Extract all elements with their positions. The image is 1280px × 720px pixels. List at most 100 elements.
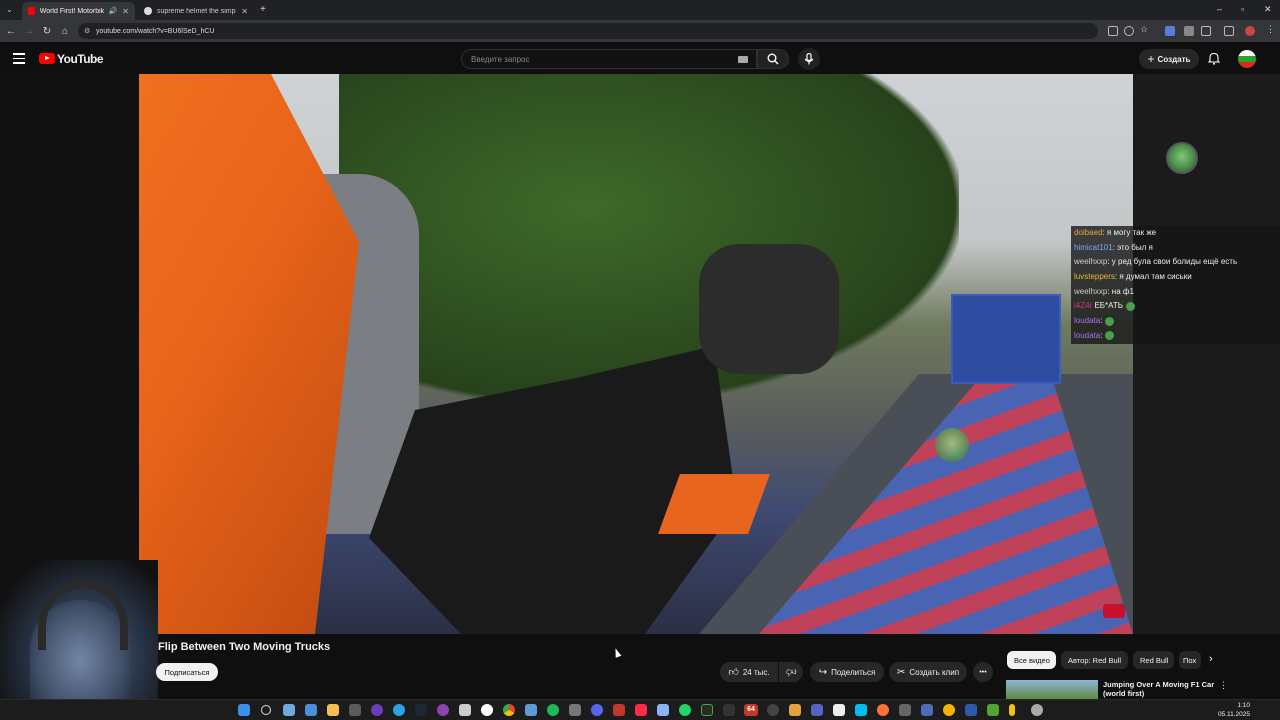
clip-button[interactable]: ✂ Создать клип bbox=[889, 662, 967, 682]
avatar[interactable] bbox=[1238, 50, 1256, 68]
chip-author[interactable]: Автор: Red Bull bbox=[1061, 651, 1128, 669]
extension-icon[interactable] bbox=[1184, 26, 1194, 36]
chip-more[interactable]: Пох bbox=[1179, 651, 1201, 669]
steam-icon[interactable] bbox=[415, 704, 427, 716]
more-actions-button[interactable]: ••• bbox=[973, 662, 993, 682]
app-badge-icon[interactable]: 64 bbox=[744, 704, 758, 716]
window-close-icon[interactable]: ✕ bbox=[1264, 4, 1272, 15]
youtube-logo-icon[interactable] bbox=[39, 53, 55, 64]
notifications-bell-icon[interactable] bbox=[1208, 52, 1220, 65]
recommendation-thumbnail[interactable] bbox=[1006, 680, 1098, 700]
chat-username[interactable]: loudata bbox=[1074, 316, 1100, 325]
terminal-icon[interactable] bbox=[723, 704, 735, 716]
back-icon[interactable]: ← bbox=[2, 26, 20, 37]
search-button[interactable] bbox=[757, 49, 789, 69]
yandex-icon[interactable] bbox=[481, 704, 493, 716]
close-tab-icon[interactable]: ✕ bbox=[122, 7, 129, 16]
app-icon[interactable] bbox=[459, 704, 471, 716]
share-button[interactable]: ↪ Поделиться bbox=[810, 662, 884, 682]
music-icon[interactable] bbox=[635, 704, 647, 716]
chrome-icon[interactable] bbox=[503, 704, 515, 716]
like-button[interactable]: 👍︎ 24 тыс. bbox=[720, 662, 778, 682]
recommendation-title[interactable]: Jumping Over A Moving F1 Car (world firs… bbox=[1103, 680, 1215, 698]
telegram-icon[interactable] bbox=[393, 704, 405, 716]
file-explorer-icon[interactable] bbox=[327, 704, 339, 716]
windows-start-icon[interactable] bbox=[238, 704, 250, 716]
search-input[interactable]: Введите запрос bbox=[461, 49, 757, 69]
app-icon[interactable] bbox=[569, 704, 581, 716]
minecraft-icon[interactable] bbox=[987, 704, 999, 716]
spotify-icon[interactable] bbox=[547, 704, 559, 716]
hamburger-menu-icon[interactable] bbox=[13, 53, 25, 67]
app-icon[interactable] bbox=[833, 704, 845, 716]
sidebar-icon[interactable] bbox=[1224, 26, 1234, 36]
create-button[interactable]: + Создать bbox=[1139, 49, 1199, 69]
chat-username[interactable]: i4Z4r bbox=[1074, 301, 1092, 310]
app-icon[interactable] bbox=[789, 704, 801, 716]
minimize-icon[interactable]: – bbox=[1217, 4, 1222, 14]
app-icon[interactable] bbox=[371, 704, 383, 716]
chip-all-videos[interactable]: Все видео bbox=[1007, 651, 1056, 669]
speaker-icon[interactable]: 🔊 bbox=[109, 7, 118, 15]
system-clock[interactable]: 1:10 05.11.2025 bbox=[1218, 701, 1250, 719]
chevron-right-icon[interactable]: › bbox=[1209, 653, 1213, 665]
app-icon[interactable] bbox=[525, 704, 537, 716]
app-icon[interactable] bbox=[965, 704, 977, 716]
address-bar[interactable]: ⚙ youtube.com/watch?v=BU6lSeD_hCU bbox=[78, 23, 1098, 39]
app-icon[interactable] bbox=[921, 704, 933, 716]
task-view-icon[interactable] bbox=[283, 704, 295, 716]
app-icon[interactable] bbox=[613, 704, 625, 716]
chat-username[interactable]: doibaed bbox=[1074, 228, 1102, 237]
app-icon[interactable] bbox=[943, 704, 955, 716]
bookmark-star-icon[interactable]: ☆ bbox=[1140, 24, 1150, 34]
extensions-puzzle-icon[interactable] bbox=[1201, 26, 1211, 36]
windows-taskbar: 64 1:10 05.11.2025 bbox=[0, 699, 1280, 720]
cast-icon[interactable] bbox=[1108, 26, 1118, 36]
app-icon[interactable] bbox=[657, 704, 669, 716]
browser-tab-active[interactable]: World First! Motorbike Flip 🔊 ✕ bbox=[22, 2, 135, 20]
discord-icon[interactable] bbox=[591, 704, 603, 716]
chat-username[interactable]: loudata bbox=[1074, 331, 1100, 340]
chat-username[interactable]: himicat101 bbox=[1074, 243, 1113, 252]
app-icon[interactable] bbox=[349, 704, 361, 716]
thumbs-down-icon: 👍︎ bbox=[785, 666, 797, 677]
app-icon[interactable] bbox=[899, 704, 911, 716]
tab-list-chevron-icon[interactable]: ⌄ bbox=[6, 5, 13, 14]
widgets-icon[interactable] bbox=[305, 704, 317, 716]
globe-favicon-icon bbox=[144, 7, 152, 15]
browser-tab[interactable]: supreme helmet the simpsons ✕ bbox=[138, 2, 254, 20]
app-icon[interactable] bbox=[767, 704, 779, 716]
app-icon[interactable] bbox=[1009, 704, 1015, 716]
chat-username[interactable]: luvsteppers bbox=[1074, 272, 1115, 281]
home-icon[interactable]: ⌂ bbox=[56, 26, 74, 37]
firefox-icon[interactable] bbox=[877, 704, 889, 716]
new-tab-button[interactable]: + bbox=[260, 4, 266, 15]
browser-menu-icon[interactable]: ⋮ bbox=[1266, 24, 1276, 34]
app-icon[interactable] bbox=[811, 704, 823, 716]
chat-username[interactable]: weelhxxp bbox=[1074, 287, 1107, 296]
whatsapp-icon[interactable] bbox=[679, 704, 691, 716]
site-info-icon[interactable]: ⚙ bbox=[84, 27, 90, 35]
close-tab-icon[interactable]: ✕ bbox=[241, 7, 248, 16]
profile-icon[interactable] bbox=[1245, 26, 1255, 36]
chat-username[interactable]: weelhxxp bbox=[1074, 257, 1107, 266]
forward-icon[interactable]: → bbox=[20, 26, 38, 37]
dislike-button[interactable]: 👍︎ bbox=[779, 662, 803, 682]
extension-icon[interactable] bbox=[1165, 26, 1175, 36]
app-icon[interactable] bbox=[437, 704, 449, 716]
maximize-icon[interactable]: ▫ bbox=[1241, 4, 1244, 14]
app-icon[interactable] bbox=[855, 704, 867, 716]
app-icon[interactable] bbox=[1031, 704, 1043, 716]
keyboard-icon[interactable] bbox=[738, 56, 748, 63]
subscribe-button[interactable]: Подписаться bbox=[156, 663, 218, 681]
recommendation-menu-icon[interactable]: ⋮ bbox=[1219, 680, 1228, 691]
youtube-logo-text[interactable]: YouTube bbox=[57, 52, 104, 66]
taskbar-search-icon[interactable] bbox=[261, 705, 271, 715]
chip-red-bull[interactable]: Red Bull bbox=[1133, 651, 1174, 669]
video-player[interactable] bbox=[139, 74, 1133, 634]
zoom-icon[interactable] bbox=[1124, 26, 1134, 36]
voice-search-button[interactable] bbox=[798, 48, 820, 70]
reload-icon[interactable]: ↻ bbox=[38, 26, 56, 37]
chat-message: loudata: bbox=[1071, 328, 1280, 344]
app-icon[interactable] bbox=[701, 704, 713, 716]
